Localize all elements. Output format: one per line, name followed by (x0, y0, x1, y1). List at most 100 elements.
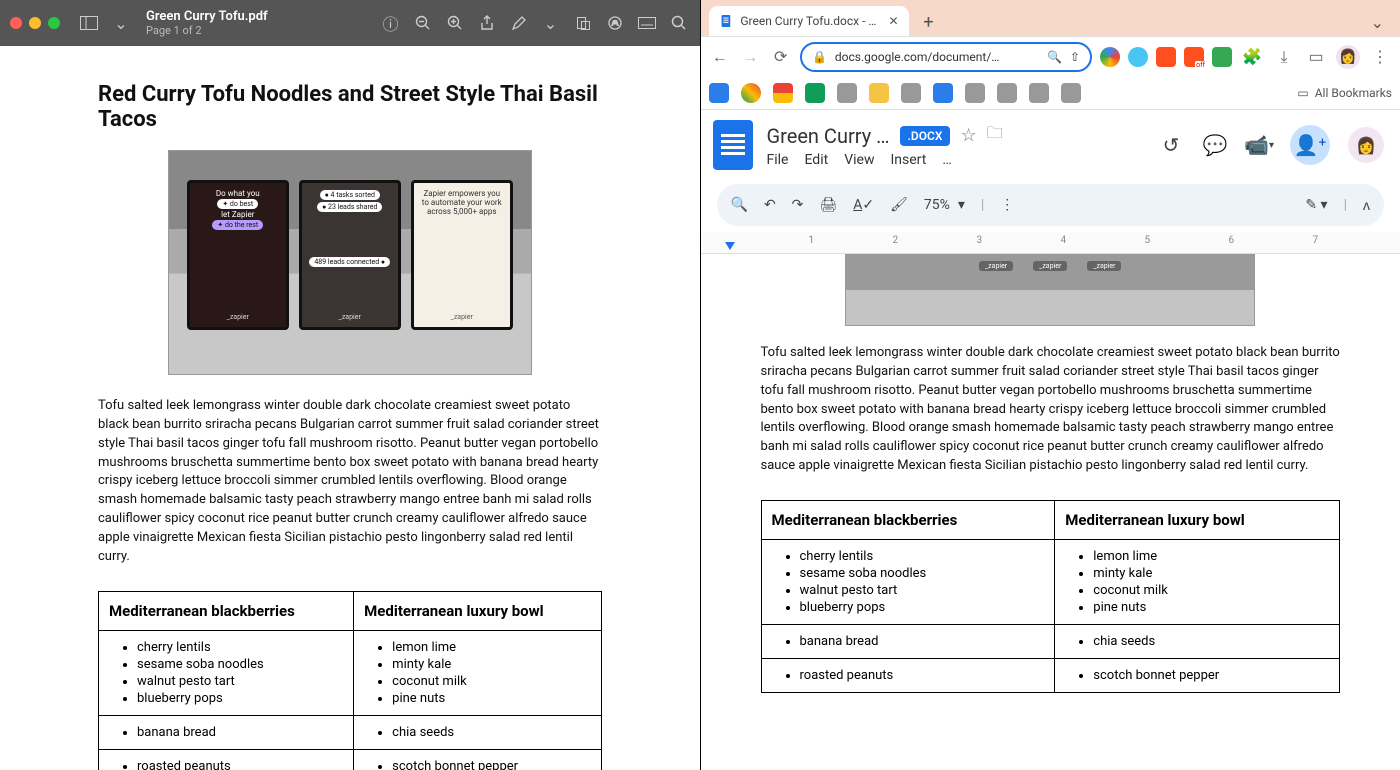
collapse-toolbar-icon[interactable]: ʌ (1363, 197, 1370, 214)
extension-icon[interactable] (1212, 47, 1232, 67)
spellcheck-icon[interactable]: A✓ (853, 197, 874, 213)
list-item[interactable]: pine nuts (1093, 599, 1329, 616)
rotate-icon[interactable] (572, 12, 594, 34)
list-item[interactable]: roasted peanuts (800, 667, 1045, 684)
bookmark-folder-icon[interactable] (901, 83, 921, 103)
move-icon[interactable]: 🗀 (987, 122, 1003, 149)
extensions-menu-icon[interactable]: 🧩 (1240, 45, 1264, 69)
meet-icon[interactable]: 📹▾ (1246, 132, 1272, 158)
menu-edit[interactable]: Edit (804, 152, 828, 168)
bookmark-folder-icon[interactable] (997, 83, 1017, 103)
menu-file[interactable]: File (767, 152, 789, 168)
menu-insert[interactable]: Insert (890, 152, 926, 168)
browser-tab[interactable]: Green Curry Tofu.docx - Googl ✕ (709, 6, 909, 36)
list-item[interactable]: coconut milk (1093, 582, 1329, 599)
bookmark-folder-icon[interactable] (965, 83, 985, 103)
table-cell-list[interactable]: roasted peanuts (800, 667, 1045, 684)
form-icon[interactable] (636, 12, 658, 34)
table-header[interactable]: Mediterranean luxury bowl (1055, 500, 1340, 539)
history-icon[interactable]: ↺ (1158, 132, 1184, 158)
star-icon[interactable]: ☆ (960, 125, 976, 146)
indent-marker-icon[interactable] (725, 242, 735, 250)
editing-mode-icon[interactable]: ✎ ▾ (1305, 197, 1327, 213)
list-item[interactable]: scotch bonnet pepper (1093, 667, 1329, 684)
extension-icon[interactable] (1100, 47, 1120, 67)
paint-format-icon[interactable]: 🖌 (890, 197, 908, 213)
list-item[interactable]: sesame soba noodles (800, 565, 1045, 582)
comments-icon[interactable]: 💬 (1202, 132, 1228, 158)
more-tools-icon[interactable]: ⋮ (1000, 197, 1014, 213)
zoom-in-icon[interactable] (444, 12, 466, 34)
all-bookmarks-button[interactable]: ▭All Bookmarks (1297, 86, 1392, 100)
fullscreen-window[interactable] (48, 17, 60, 29)
zoom-dropdown[interactable]: 75% ▾ (924, 197, 965, 213)
account-avatar[interactable]: 👩 (1348, 127, 1384, 163)
content-table[interactable]: Mediterranean blackberriesMediterranean … (761, 500, 1341, 693)
bookmark-folder-icon[interactable] (1061, 83, 1081, 103)
new-tab-button[interactable]: + (915, 8, 943, 36)
list-item[interactable]: walnut pesto tart (800, 582, 1045, 599)
table-cell-list[interactable]: chia seeds (1093, 633, 1329, 650)
ruler[interactable]: 1 2 3 4 5 6 7 (701, 232, 1400, 254)
menu-view[interactable]: View (844, 152, 874, 168)
chevron-down-icon[interactable]: ⌄ (110, 12, 132, 34)
reload-icon[interactable]: ⟳ (769, 45, 791, 69)
extension-icon[interactable] (1128, 47, 1148, 67)
search-menus-icon[interactable]: 🔍 (731, 197, 748, 213)
markup-icon[interactable] (508, 12, 530, 34)
bookmark-icon[interactable] (773, 83, 793, 103)
menu-more[interactable]: … (942, 152, 951, 168)
bookmark-icon[interactable] (709, 83, 729, 103)
highlight-icon[interactable] (604, 12, 626, 34)
redo-icon[interactable]: ↷ (792, 197, 804, 213)
list-item[interactable]: chia seeds (1093, 633, 1329, 650)
bookmark-folder-icon[interactable] (837, 83, 857, 103)
doc-name[interactable]: Green Curry … (767, 124, 890, 148)
info-icon[interactable]: ⓘ (380, 12, 402, 34)
back-icon[interactable]: ← (709, 45, 731, 69)
bookmark-icon[interactable] (741, 83, 761, 103)
body-paragraph[interactable]: Tofu salted leek lemongrass winter doubl… (725, 344, 1377, 476)
docs-canvas[interactable]: _zapier _zapier _zapier Tofu salted leek… (701, 254, 1400, 770)
extension-icon[interactable]: off (1184, 47, 1204, 67)
undo-icon[interactable]: ↶ (764, 197, 776, 213)
zoom-out-icon[interactable] (412, 12, 434, 34)
table-header[interactable]: Mediterranean blackberries (761, 500, 1055, 539)
share-url-icon[interactable]: ⇧ (1070, 50, 1080, 64)
minimize-window[interactable] (29, 17, 41, 29)
downloads-icon[interactable]: ⤓ (1272, 45, 1296, 69)
share-button[interactable]: 👤⁺ (1290, 125, 1330, 165)
reading-list-icon[interactable]: ▭ (1304, 45, 1328, 69)
bookmark-icon[interactable] (933, 83, 953, 103)
tabs-menu-icon[interactable]: ⌄ (1363, 9, 1392, 36)
chevron-down-icon[interactable]: ⌄ (540, 12, 562, 34)
share-icon[interactable] (476, 12, 498, 34)
list-item[interactable]: banana bread (800, 633, 1045, 650)
bookmark-icon[interactable] (869, 83, 889, 103)
list-item[interactable]: cherry lentils (800, 548, 1045, 565)
docs-logo-icon[interactable] (713, 120, 753, 170)
content-table: Mediterranean blackberriesMediterranean … (98, 591, 602, 770)
print-icon[interactable]: 🖨 (819, 197, 837, 213)
table-cell-list[interactable]: lemon limeminty kalecoconut milkpine nut… (1093, 548, 1329, 616)
bookmark-folder-icon[interactable] (1029, 83, 1049, 103)
table-cell-list[interactable]: cherry lentilssesame soba noodleswalnut … (800, 548, 1045, 616)
forward-icon[interactable]: → (739, 45, 761, 69)
kebab-menu-icon[interactable]: ⋮ (1368, 45, 1392, 69)
close-window[interactable] (10, 17, 22, 29)
sidebar-toggle-icon[interactable] (78, 12, 100, 34)
profile-avatar[interactable]: 👩 (1336, 45, 1360, 69)
list-item[interactable]: minty kale (1093, 565, 1329, 582)
search-in-page-icon[interactable]: 🔍 (1047, 50, 1062, 64)
close-tab-icon[interactable]: ✕ (888, 14, 898, 28)
extension-icon[interactable] (1156, 47, 1176, 67)
search-icon[interactable] (668, 12, 690, 34)
bookmark-icon[interactable] (805, 83, 825, 103)
pdf-page-content[interactable]: Red Curry Tofu Noodles and Street Style … (0, 46, 700, 770)
table-cell-list[interactable]: scotch bonnet pepper (1093, 667, 1329, 684)
table-cell-list: chia seeds (392, 724, 590, 741)
table-cell-list[interactable]: banana bread (800, 633, 1045, 650)
omnibox[interactable]: 🔒 docs.google.com/document/… 🔍 ⇧ (800, 42, 1092, 72)
list-item[interactable]: lemon lime (1093, 548, 1329, 565)
list-item[interactable]: blueberry pops (800, 599, 1045, 616)
